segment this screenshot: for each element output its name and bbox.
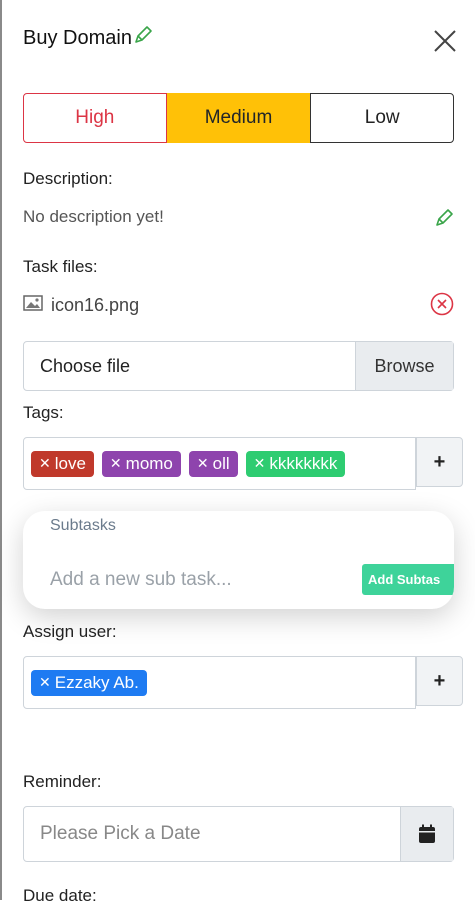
tags-label: Tags:: [23, 403, 64, 422]
priority-low-button[interactable]: Low: [310, 93, 455, 143]
remove-tag-icon[interactable]: ✕: [254, 455, 266, 472]
priority-medium-button[interactable]: Medium: [166, 93, 311, 143]
tag-chip[interactable]: ✕ oll: [188, 450, 238, 477]
choose-file-text: Choose file: [40, 355, 131, 376]
file-upload-input[interactable]: Choose file Browse: [23, 341, 454, 391]
description-text: No description yet!: [23, 207, 164, 226]
add-tag-button[interactable]: +: [416, 437, 463, 487]
remove-tag-icon[interactable]: ✕: [110, 455, 122, 472]
tags-input-group: ✕ love ✕ momo ✕ oll ✕ kkkkkkkk +: [23, 437, 463, 490]
add-subtask-button[interactable]: Add Subtas: [362, 564, 454, 595]
remove-file-icon[interactable]: [430, 292, 454, 321]
file-item[interactable]: icon16.png: [23, 295, 139, 316]
image-file-icon: [23, 295, 43, 316]
tags-input[interactable]: ✕ love ✕ momo ✕ oll ✕ kkkkkkkk: [23, 437, 416, 490]
reminder-label: Reminder:: [23, 772, 102, 791]
subtasks-title: Subtasks: [50, 517, 116, 534]
task-title[interactable]: Buy Domain: [23, 24, 154, 52]
subtask-input[interactable]: Add a new sub task...: [50, 569, 232, 591]
calendar-icon[interactable]: [400, 807, 453, 861]
priority-selector: High Medium Low: [23, 93, 455, 143]
due-date-label: Due date:: [23, 886, 97, 905]
tag-chip[interactable]: ✕ momo: [101, 450, 181, 477]
tag-chip[interactable]: ✕ love: [31, 450, 94, 477]
subtasks-card: Subtasks Add a new sub task... Add Subta…: [23, 511, 454, 609]
task-title-text: Buy Domain: [23, 26, 132, 49]
remove-tag-icon[interactable]: ✕: [39, 455, 51, 472]
priority-high-button[interactable]: High: [23, 93, 167, 143]
add-user-button[interactable]: +: [416, 656, 463, 706]
task-files-label: Task files:: [23, 257, 98, 276]
user-chip[interactable]: ✕ Ezzaky Ab.: [31, 669, 147, 696]
assign-user-group: ✕ Ezzaky Ab. +: [23, 656, 463, 709]
edit-title-pencil-icon[interactable]: [132, 24, 154, 52]
browse-button[interactable]: Browse: [355, 342, 453, 390]
tag-chip[interactable]: ✕ kkkkkkkk: [245, 450, 346, 477]
reminder-date-input[interactable]: Please Pick a Date: [23, 806, 454, 862]
reminder-date-placeholder: Please Pick a Date: [40, 823, 201, 844]
edit-description-pencil-icon[interactable]: [433, 207, 455, 234]
close-icon[interactable]: [432, 28, 458, 54]
description-label: Description:: [23, 169, 113, 188]
assign-user-label: Assign user:: [23, 622, 117, 641]
remove-tag-icon[interactable]: ✕: [197, 455, 209, 472]
assign-user-input[interactable]: ✕ Ezzaky Ab.: [23, 656, 416, 709]
remove-user-icon[interactable]: ✕: [39, 674, 51, 691]
file-name: icon16.png: [51, 295, 140, 315]
panel-left-border: [0, 0, 2, 900]
